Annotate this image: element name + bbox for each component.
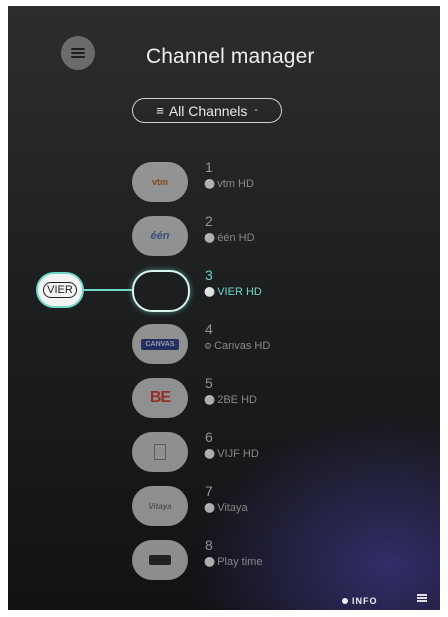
channel-row[interactable]: 8 ⚪ Play time [8,536,440,590]
channel-name: ⚪ Vitaya [204,502,248,514]
tv-icon [149,555,171,565]
channel-row[interactable]: BE 5 ⚪ 2BE HD [8,374,440,428]
key-icon: ⚪ [204,502,216,513]
channel-logo-vitaya: Vitaya [132,486,188,526]
channel-filter-dropdown[interactable]: ≡ All Channels - [132,98,282,123]
channel-row[interactable]: CANVAS 4 ⚙ Canvas HD [8,320,440,374]
channel-row[interactable]: 6 ⚪ VIJF HD [8,428,440,482]
channel-logo-vier-badge: VIER [36,272,84,308]
channel-row[interactable]: één 2 ⚪ één HD [8,212,440,266]
channel-row[interactable]: vtm 1 ⚪ vtm HD [8,158,440,212]
channel-number: 5 [205,375,213,391]
selection-ring [132,270,190,312]
hamburger-icon [71,48,85,58]
key-icon: ⚪ [204,286,216,297]
selection-connector [84,289,132,291]
channel-number: 3 [205,267,213,283]
channel-name: ⚪ vtm HD [204,178,254,190]
channel-number: 1 [205,159,213,175]
channel-manager-screen: Channel manager ≡ All Channels - vtm 1 ⚪… [8,6,440,610]
key-icon: ⚪ [204,178,216,189]
page-title: Channel manager [146,45,315,68]
channel-name: ⚪ 2BE HD [204,394,257,406]
channel-logo-2be: BE [132,378,188,418]
info-dot-icon [342,598,348,604]
list-filter-icon: ≡ [156,103,164,118]
key-icon: ⚪ [204,556,216,567]
channel-name: ⚪ VIER HD [204,286,262,298]
channel-row-selected[interactable]: VIER 3 ⚪ VIER HD [8,266,440,320]
gear-icon: ⚙ [204,340,213,351]
channel-name: ⚪ één HD [204,232,255,244]
channel-number: 6 [205,429,213,445]
channel-name: ⚪ VIJF HD [204,448,259,460]
channel-number: 7 [205,483,213,499]
channel-logo-vijf [132,432,188,472]
chevron-down-icon: - [254,105,258,116]
channel-name: ⚪ Play time [204,556,263,568]
menu-button[interactable] [61,36,95,70]
channel-logo-vtm: vtm [132,162,188,202]
channel-name: ⚙ Canvas HD [204,340,271,352]
key-icon: ⚪ [204,232,216,243]
channel-row[interactable]: Vitaya 7 ⚪ Vitaya [8,482,440,536]
options-menu-icon[interactable] [417,594,427,602]
info-button[interactable]: INFO [342,596,378,606]
key-icon: ⚪ [204,448,216,459]
channel-number: 8 [205,537,213,553]
filter-label: All Channels [168,102,248,119]
channel-logo-canvas: CANVAS [132,324,188,364]
channel-logo-playtime [132,540,188,580]
channel-logo-een: één [132,216,188,256]
channel-number: 2 [205,213,213,229]
key-icon: ⚪ [204,394,216,405]
channel-number: 4 [205,321,213,337]
